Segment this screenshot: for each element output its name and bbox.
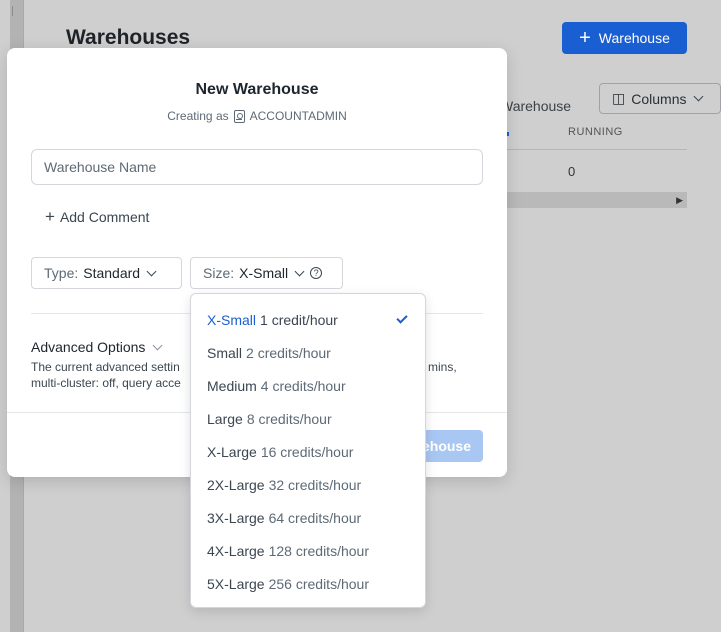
- size-option-credits: 16 credits/hour: [260, 443, 354, 460]
- size-option-2x-large[interactable]: 2X-Large 32 credits/hour: [191, 468, 425, 501]
- role-name: ACCOUNTADMIN: [249, 109, 347, 123]
- size-option-name: 5X-Large: [207, 575, 265, 592]
- column-header-running: RUNNING: [568, 126, 623, 138]
- table-divider: [500, 149, 687, 150]
- size-option-medium[interactable]: Medium 4 credits/hour: [191, 369, 425, 402]
- size-option-name: Large: [207, 410, 243, 427]
- size-select-value: X-Small: [239, 265, 289, 281]
- size-option-name: Medium: [207, 377, 257, 394]
- size-option-credits: 32 credits/hour: [268, 476, 362, 493]
- checkmark-icon: [396, 312, 408, 324]
- help-icon[interactable]: ?: [310, 267, 323, 279]
- size-option-name: X-Small: [207, 311, 257, 328]
- chevron-down-icon: [152, 340, 163, 350]
- size-select-key: Size:: [203, 265, 235, 281]
- size-option-small[interactable]: Small 2 credits/hour: [191, 336, 425, 369]
- size-option-5x-large[interactable]: 5X-Large 256 credits/hour: [191, 567, 425, 600]
- size-option-x-large[interactable]: X-Large 16 credits/hour: [191, 435, 425, 468]
- creating-as: Creating as ACCOUNTADMIN: [7, 109, 507, 123]
- chevron-down-icon: [294, 266, 305, 276]
- new-warehouse-button[interactable]: + Warehouse: [562, 22, 687, 54]
- size-option-name: 4X-Large: [207, 542, 265, 559]
- size-option-x-small[interactable]: X-Small 1 credit/hour: [191, 303, 425, 336]
- size-select[interactable]: Size: X-Small ?: [190, 257, 343, 289]
- chevron-down-icon: [146, 266, 157, 276]
- creating-as-label: Creating as: [167, 109, 229, 123]
- type-select-key: Type:: [44, 265, 79, 281]
- size-option-credits: 8 credits/hour: [246, 410, 332, 427]
- size-option-name: Small: [207, 344, 243, 361]
- size-option-credits: 1 credit/hour: [260, 311, 338, 328]
- plus-icon: +: [45, 207, 55, 226]
- advanced-options-toggle[interactable]: Advanced Options: [31, 339, 163, 355]
- size-option-credits: 2 credits/hour: [246, 344, 331, 361]
- size-option-credits: 256 credits/hour: [268, 575, 369, 592]
- size-option-name: 3X-Large: [207, 509, 265, 526]
- plus-icon: +: [579, 27, 591, 49]
- page-title: Warehouses: [66, 26, 191, 49]
- add-comment-label: Add Comment: [59, 208, 150, 225]
- size-option-credits: 128 credits/hour: [268, 542, 369, 559]
- chevron-down-icon: [694, 91, 704, 102]
- advanced-options-title: Advanced Options: [31, 339, 146, 355]
- role-badge-icon: [233, 109, 245, 123]
- advanced-desc-line1-end: mins,: [428, 360, 457, 374]
- warehouse-name-input[interactable]: [31, 149, 483, 185]
- warehouse-filter[interactable]: Warehouse: [500, 98, 571, 114]
- add-comment-button[interactable]: + Add Comment: [45, 208, 149, 225]
- size-option-4x-large[interactable]: 4X-Large 128 credits/hour: [191, 534, 425, 567]
- size-option-name: 2X-Large: [207, 476, 265, 493]
- size-option-3x-large[interactable]: 3X-Large 64 credits/hour: [191, 501, 425, 534]
- running-cell: 0: [568, 164, 576, 179]
- scroll-right-icon[interactable]: ▶: [676, 195, 683, 206]
- horizontal-scrollbar[interactable]: ▶: [505, 192, 687, 208]
- size-option-credits: 4 credits/hour: [260, 377, 346, 394]
- dialog-title: New Warehouse: [195, 81, 319, 98]
- size-option-large[interactable]: Large 8 credits/hour: [191, 402, 425, 435]
- type-select[interactable]: Type: Standard: [31, 257, 182, 289]
- columns-button-label: Columns: [631, 90, 687, 107]
- new-warehouse-button-label: Warehouse: [598, 30, 670, 46]
- columns-button[interactable]: ◫ Columns: [599, 83, 721, 114]
- size-dropdown-menu: X-Small 1 credit/hour Small 2 credits/ho…: [190, 293, 426, 608]
- advanced-desc-line2: multi-cluster: off, query acce: [31, 376, 181, 390]
- size-option-name: X-Large: [207, 443, 257, 460]
- type-select-value: Standard: [83, 265, 141, 281]
- size-option-credits: 64 credits/hour: [268, 509, 362, 526]
- columns-icon: ◫: [612, 90, 626, 106]
- advanced-desc-line1: The current advanced settin: [31, 360, 180, 374]
